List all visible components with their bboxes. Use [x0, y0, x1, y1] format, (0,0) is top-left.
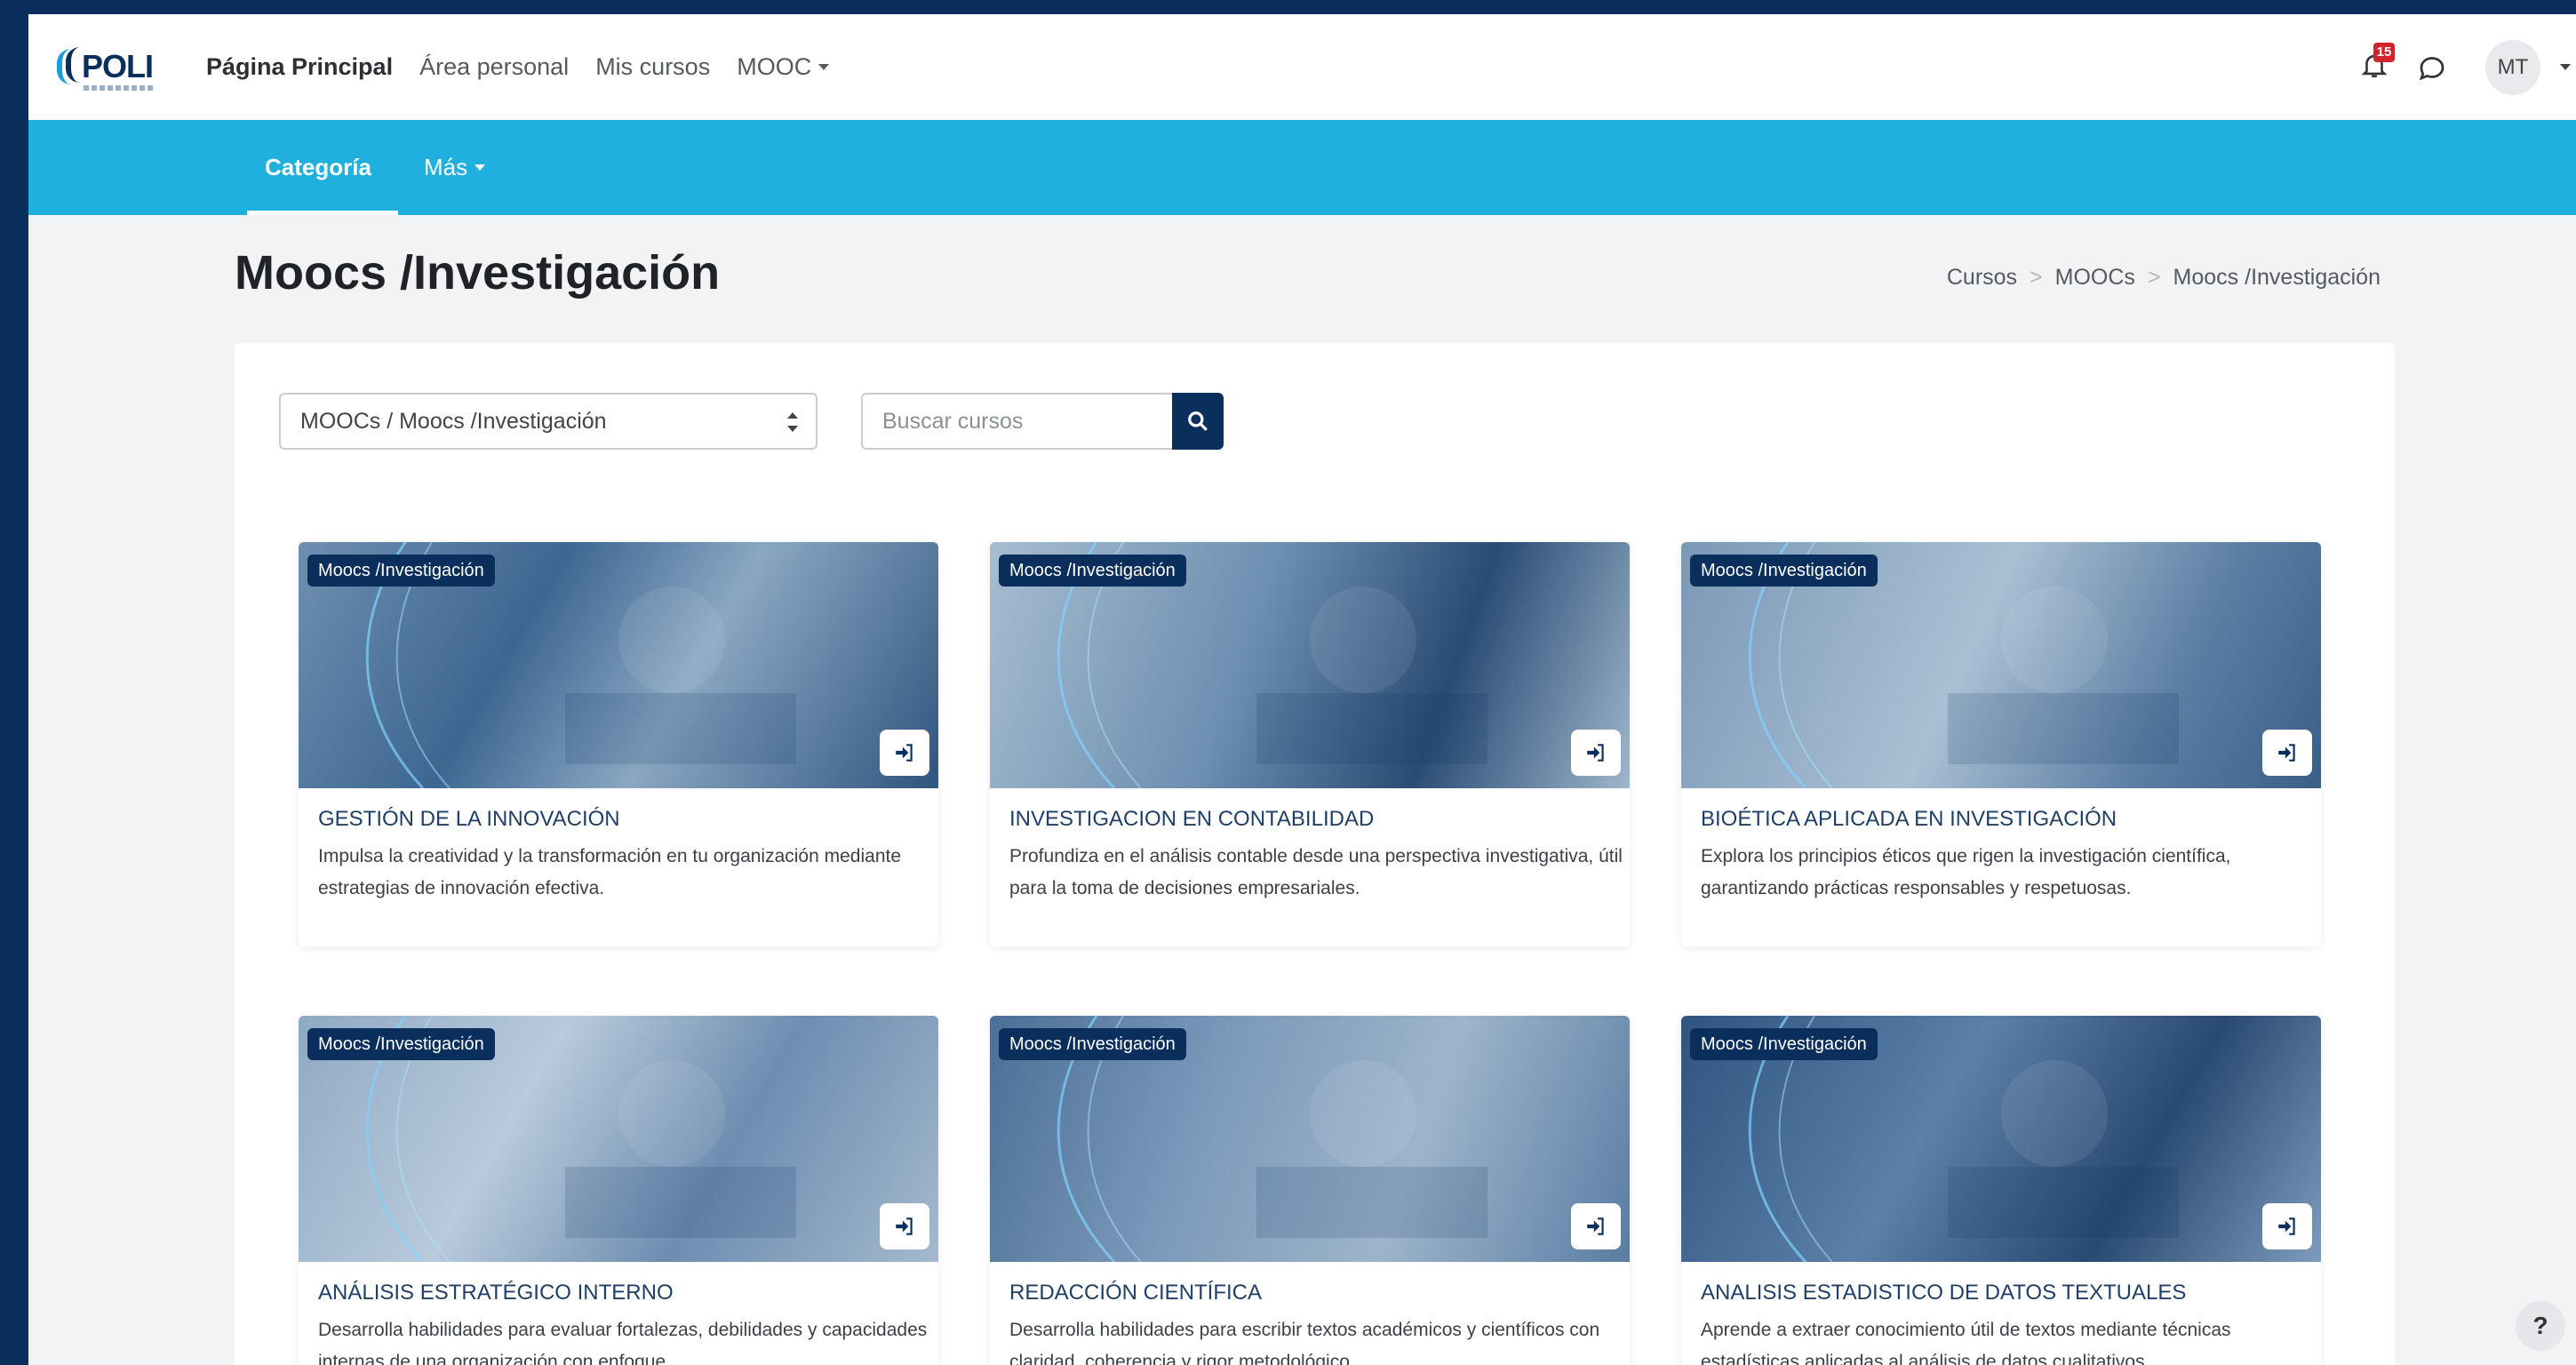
- sign-in-icon: [1587, 744, 1604, 762]
- user-tools: 15 MT: [2359, 14, 2576, 120]
- tab-more-dropdown[interactable]: Más: [424, 120, 486, 215]
- sign-in-icon: [896, 1217, 913, 1235]
- breadcrumb-separator: >: [2147, 265, 2161, 290]
- course-description: Profundiza en el análisis contable desde…: [1009, 846, 1623, 898]
- enroll-button[interactable]: [2262, 730, 2312, 776]
- breadcrumb: Cursos > MOOCs > Moocs /Investigación: [1947, 265, 2381, 291]
- course-card[interactable]: Moocs /Investigación INVESTIGACION EN CO…: [990, 542, 1630, 946]
- logo-text: POLI: [82, 48, 154, 84]
- course-image[interactable]: Moocs /Investigación: [1681, 542, 2321, 788]
- course-description: Impulsa la creatividad y la transformaci…: [318, 846, 902, 898]
- sign-in-icon: [2278, 744, 2295, 762]
- user-avatar[interactable]: MT: [2485, 39, 2540, 95]
- breadcrumb-courses[interactable]: Cursos: [1947, 265, 2017, 291]
- course-search: [861, 393, 1224, 450]
- category-tag: Moocs /Investigación: [307, 1028, 495, 1060]
- sign-in-icon: [896, 744, 913, 762]
- nav-personal-area-label: Área personal: [419, 53, 570, 80]
- user-menu-chevron-down-icon[interactable]: [2560, 64, 2571, 70]
- category-tag: Moocs /Investigación: [999, 555, 1186, 587]
- course-title[interactable]: ANÁLISIS ESTRATÉGICO INTERNO: [318, 1281, 922, 1305]
- course-card[interactable]: Moocs /Investigación ANALISIS ESTADISTIC…: [1681, 1016, 2321, 1365]
- nav-personal-area[interactable]: Área personal: [419, 53, 569, 81]
- course-description: Desarrolla habilidades para escribir tex…: [1009, 1320, 1600, 1365]
- help-button[interactable]: ?: [2516, 1301, 2565, 1351]
- course-category-panel: MOOCs / Moocs /Investigación Moocs /Inve…: [235, 343, 2395, 1365]
- course-image[interactable]: Moocs /Investigación: [990, 1016, 1630, 1262]
- browser-window: POLI Página Principal Área personal Mis …: [28, 14, 2576, 1365]
- category-tag: Moocs /Investigación: [1690, 1028, 1878, 1060]
- select-arrows-icon: [787, 411, 798, 434]
- course-card[interactable]: Moocs /Investigación REDACCIÓN CIENTÍFIC…: [990, 1016, 1630, 1365]
- category-tag: Moocs /Investigación: [999, 1028, 1186, 1060]
- top-navbar: POLI Página Principal Área personal Mis …: [28, 14, 2576, 120]
- course-description: Aprende a extraer conocimiento útil de t…: [1701, 1320, 2231, 1365]
- search-icon: [1188, 411, 1208, 431]
- nav-mooc-dropdown[interactable]: MOOC: [737, 53, 830, 81]
- logo-subtitle-lines: [84, 85, 155, 91]
- tab-category[interactable]: Categoría: [247, 120, 398, 215]
- search-input[interactable]: [861, 393, 1172, 450]
- sign-in-icon: [2278, 1217, 2295, 1235]
- enroll-button[interactable]: [880, 730, 929, 776]
- enroll-button[interactable]: [880, 1203, 929, 1249]
- tab-more-label: Más: [424, 154, 468, 180]
- category-select[interactable]: MOOCs / Moocs /Investigación: [279, 393, 817, 450]
- category-tag: Moocs /Investigación: [307, 555, 495, 587]
- poli-logo-icon: [55, 45, 78, 88]
- nav-home-label: Página Principal: [206, 53, 394, 80]
- enroll-button[interactable]: [2262, 1203, 2312, 1249]
- tab-category-label: Categoría: [265, 154, 371, 180]
- breadcrumb-current: Moocs /Investigación: [2173, 265, 2381, 290]
- category-tag: Moocs /Investigación: [1690, 555, 1878, 587]
- course-title[interactable]: ANALISIS ESTADISTICO DE DATOS TEXTUALES: [1701, 1281, 2305, 1305]
- main-nav: Página Principal Área personal Mis curso…: [206, 14, 830, 120]
- course-card[interactable]: Moocs /Investigación ANÁLISIS ESTRATÉGIC…: [299, 1016, 938, 1365]
- enroll-button[interactable]: [1571, 1203, 1621, 1249]
- chevron-down-icon: [475, 164, 486, 171]
- course-description: Desarrolla habilidades para evaluar fort…: [318, 1320, 928, 1365]
- sign-in-icon: [1587, 1217, 1604, 1235]
- nav-my-courses-label: Mis cursos: [595, 53, 711, 80]
- nav-mooc-label: MOOC: [737, 53, 812, 80]
- course-title[interactable]: BIOÉTICA APLICADA EN INVESTIGACIÓN: [1701, 807, 2305, 832]
- category-select-value: MOOCs / Moocs /Investigación: [300, 408, 607, 434]
- course-image[interactable]: Moocs /Investigación: [990, 542, 1630, 788]
- course-image[interactable]: Moocs /Investigación: [299, 542, 938, 788]
- course-image[interactable]: Moocs /Investigación: [299, 1016, 938, 1262]
- chevron-down-icon: [818, 64, 830, 70]
- page-title: Moocs /Investigación: [235, 246, 721, 299]
- poli-logo[interactable]: POLI: [55, 39, 179, 94]
- secondary-nav: Categoría Más: [28, 120, 2576, 215]
- notifications-button[interactable]: 15: [2359, 42, 2395, 85]
- nav-my-courses[interactable]: Mis cursos: [595, 53, 710, 81]
- search-button[interactable]: [1172, 393, 1224, 450]
- breadcrumb-separator: >: [2030, 265, 2043, 290]
- course-image[interactable]: Moocs /Investigación: [1681, 1016, 2321, 1262]
- enroll-button[interactable]: [1571, 730, 1621, 776]
- course-description: Explora los principios éticos que rigen …: [1701, 846, 2231, 898]
- course-title[interactable]: GESTIÓN DE LA INNOVACIÓN: [318, 807, 922, 832]
- notifications-badge: 15: [2373, 42, 2395, 62]
- nav-home[interactable]: Página Principal: [206, 53, 393, 81]
- course-title[interactable]: INVESTIGACION EN CONTABILIDAD: [1009, 807, 1614, 832]
- breadcrumb-moocs[interactable]: MOOCs: [2055, 265, 2135, 291]
- course-card[interactable]: Moocs /Investigación BIOÉTICA APLICADA E…: [1681, 542, 2321, 946]
- messages-icon[interactable]: [2416, 52, 2448, 84]
- course-title[interactable]: REDACCIÓN CIENTÍFICA: [1009, 1281, 1614, 1305]
- course-card[interactable]: Moocs /Investigación GESTIÓN DE LA INNOV…: [299, 542, 938, 946]
